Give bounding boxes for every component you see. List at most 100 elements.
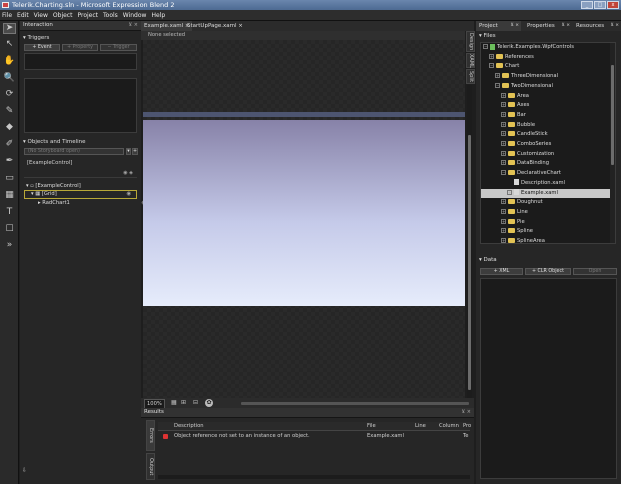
tab-project[interactable]: Project ⊻ × [476, 21, 521, 31]
pin-close-icons[interactable]: ⊻ × [129, 21, 138, 30]
expander-icon[interactable]: + [501, 121, 506, 127]
zoom-icon[interactable]: 🔍 [3, 73, 16, 84]
artboard-vertical-scrollbar[interactable] [467, 85, 472, 398]
file-tree-item[interactable]: + CandleStick [481, 130, 615, 139]
add-event-button[interactable]: + Event [24, 44, 60, 51]
expander-icon[interactable]: + [501, 218, 506, 224]
expander-icon[interactable]: − [489, 63, 494, 69]
open-data-button[interactable]: Open [573, 268, 617, 275]
files-scrollbar[interactable] [610, 43, 615, 243]
expander-icon[interactable]: + [501, 141, 506, 146]
file-tree-item[interactable]: + ThreeDimensional [481, 72, 615, 81]
asset-library-icon[interactable]: » [3, 240, 16, 251]
file-tree-item[interactable]: + DataBinding [481, 159, 615, 168]
grid-layout-icon[interactable]: ▦ [3, 190, 16, 201]
selection-arrow-icon[interactable]: ➤ [3, 23, 16, 34]
expander-icon[interactable]: + [501, 199, 506, 205]
paint-bucket-icon[interactable]: ◆ [3, 122, 16, 133]
close-button[interactable]: x [607, 1, 619, 9]
window-title-bar[interactable]: Telerik.Charting.sln - Microsoft Express… [0, 0, 621, 10]
expander-icon[interactable]: − [495, 82, 500, 88]
snap-lines-icon[interactable]: ⊟ [193, 399, 198, 407]
example-control-canvas[interactable] [143, 120, 465, 306]
triggers-list[interactable] [24, 53, 137, 70]
menu-window[interactable]: Window [123, 12, 147, 19]
add-clr-object-button[interactable]: + CLR Object [525, 268, 571, 275]
file-tree-item[interactable]: + Axes [481, 101, 615, 110]
expander-icon[interactable]: + [507, 189, 512, 195]
pin-close-icons[interactable]: ⊻ × [562, 21, 571, 31]
menu-view[interactable]: View [34, 12, 48, 19]
camera-orbit-icon[interactable]: ⟳ [3, 89, 16, 100]
direct-select-icon[interactable]: ↖ [3, 39, 16, 50]
pen-icon[interactable]: ✒ [3, 156, 16, 167]
pin-close-icons[interactable]: ⊻ × [462, 408, 471, 417]
tree-item-grid[interactable]: ▾ ▦ [Grid] ◉ [24, 190, 137, 199]
eye-lock-icon[interactable]: ◉ ◈ [123, 170, 133, 176]
col-column[interactable]: Column [439, 422, 459, 431]
effects-toggle-icon[interactable]: ✿ [205, 399, 213, 407]
col-description[interactable]: Description [174, 422, 204, 431]
file-tree-item[interactable]: + Example.xaml [481, 188, 615, 198]
tab-errors[interactable]: Errors [146, 420, 155, 451]
expander-icon[interactable]: + [501, 92, 506, 98]
rectangle-icon[interactable]: ▭ [3, 173, 16, 184]
eyedropper-icon[interactable]: ✎ [3, 106, 16, 117]
scroll-thumb[interactable] [468, 135, 471, 390]
minimize-button[interactable]: _ [581, 1, 593, 9]
storyboard-picker[interactable]: (No Storyboard open) [24, 148, 124, 155]
tree-item-radchart[interactable]: ▸ RadChart1◉ [24, 199, 151, 208]
file-tree-item[interactable]: Description.xaml [481, 179, 615, 188]
tab-xaml-view[interactable]: XAML [466, 53, 475, 68]
col-line[interactable]: Line [415, 422, 426, 431]
tab-resources[interactable]: Resources ⊻ × [573, 21, 621, 31]
tab-close-icon[interactable]: × [238, 23, 243, 29]
col-project[interactable]: Pro [463, 422, 471, 431]
trigger-details[interactable] [24, 78, 137, 133]
tab-split-view[interactable]: Split [466, 69, 475, 84]
file-tree-item[interactable]: + Pie [481, 218, 615, 227]
file-tree-item[interactable]: − DeclarativeChart [481, 169, 615, 178]
expander-icon[interactable]: + [489, 53, 494, 59]
collapse-down-icon[interactable]: ⇩ [22, 467, 27, 474]
expander-icon[interactable]: + [501, 160, 506, 166]
scroll-thumb[interactable] [611, 65, 614, 165]
expander-icon[interactable]: + [501, 228, 506, 234]
file-tree-item[interactable]: − Chart [481, 62, 615, 71]
tab-startuppage-xaml[interactable]: StartUpPage.xaml × [184, 21, 246, 31]
file-tree-item[interactable]: + Area [481, 92, 615, 101]
add-property-button[interactable]: + Property [62, 44, 98, 51]
new-storyboard-button[interactable]: + [132, 148, 138, 155]
tab-properties[interactable]: Properties ⊻ × [524, 21, 572, 31]
expander-icon[interactable]: + [495, 73, 500, 79]
menu-file[interactable]: File [2, 12, 12, 19]
expander-icon[interactable]: − [483, 44, 488, 49]
grid-toggle-icon[interactable]: ▦ [171, 399, 177, 407]
brush-transform-icon[interactable]: ✐ [3, 139, 16, 150]
file-tree-item[interactable]: + References [481, 53, 615, 62]
add-xml-button[interactable]: + XML [480, 268, 523, 275]
artboard-horizontal-scrollbar[interactable] [241, 402, 469, 405]
file-tree-item[interactable]: + ComboSeries [481, 140, 615, 149]
menu-project[interactable]: Project [77, 12, 98, 19]
maximize-button[interactable]: □ [594, 1, 606, 9]
tab-output[interactable]: Output [146, 453, 155, 480]
pin-close-icons[interactable]: ⊻ × [511, 21, 520, 31]
results-horizontal-scrollbar[interactable] [158, 475, 470, 479]
snap-grid-icon[interactable]: ⊞ [181, 399, 186, 407]
file-tree-item[interactable]: + Doughnut [481, 198, 615, 207]
text-tool-icon[interactable]: T [3, 207, 16, 218]
artboard[interactable] [143, 40, 465, 398]
remove-trigger-button[interactable]: − Trigger [100, 44, 137, 51]
data-sources-list[interactable] [480, 278, 617, 479]
root-scope[interactable]: [ExampleControl] ◉ ◈ [24, 158, 137, 178]
expander-icon[interactable]: + [501, 111, 506, 117]
menu-object[interactable]: Object [53, 12, 73, 19]
col-file[interactable]: File [367, 422, 376, 431]
file-tree-item[interactable]: − TwoDimensional [481, 82, 615, 91]
file-tree-item[interactable]: + SplineArea [481, 237, 615, 243]
storyboard-menu-button[interactable]: ▾ [126, 148, 131, 155]
file-tree-item[interactable]: + Customization [481, 150, 615, 159]
menu-help[interactable]: Help [151, 12, 165, 19]
expander-icon[interactable]: + [501, 150, 506, 156]
